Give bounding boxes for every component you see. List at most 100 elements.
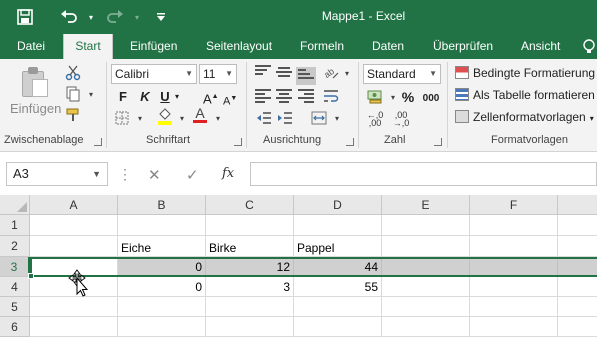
cell-d4[interactable]: 55 [294,277,382,297]
tab-ansicht[interactable]: Ansicht [521,34,560,59]
merge-center-icon[interactable] [310,109,328,127]
name-box-dropdown-icon[interactable]: ▼ [92,163,101,185]
fill-handle[interactable] [28,273,34,279]
increase-indent-icon[interactable] [276,109,294,127]
copy-icon[interactable] [64,85,82,103]
row-header-4[interactable]: 4 [0,277,30,297]
cell-e4[interactable] [382,277,470,297]
cut-icon[interactable] [64,64,82,82]
cell-f4[interactable] [470,277,558,297]
cell-f2[interactable] [470,236,558,257]
tell-me-icon[interactable] [582,34,596,59]
number-launcher-icon[interactable] [434,138,442,146]
cell-e1[interactable] [382,215,470,236]
shrink-font-button[interactable]: A▼ [223,90,237,108]
cell-d3[interactable]: 44 [294,257,382,277]
cell-e3[interactable] [382,257,470,277]
cell-d1[interactable] [294,215,382,236]
orientation-dropdown-icon[interactable]: ▾ [338,64,356,82]
font-size-select[interactable]: 11 ▼ [199,64,237,84]
conditional-formatting-button[interactable]: Bedingte Formatierung [455,63,595,83]
cell-b2[interactable]: Eiche [118,236,206,257]
column-header-a[interactable]: A [30,195,118,215]
cell-d6[interactable] [294,317,382,337]
align-right-icon[interactable] [298,89,314,103]
thousands-button[interactable]: 000 [420,90,442,108]
cell-g3[interactable] [558,257,597,277]
copy-dropdown-icon[interactable]: ▾ [82,85,100,103]
cell-c4[interactable]: 3 [206,277,294,297]
tab-daten[interactable]: Daten [372,34,404,59]
column-header-d[interactable]: D [294,195,382,215]
paste-button[interactable]: Einfügen [10,101,61,116]
tab-seitenlayout[interactable]: Seitenlayout [206,34,272,59]
formula-bar-grip-icon[interactable]: ⋮ [118,166,132,183]
font-launcher-icon[interactable] [234,138,242,146]
number-format-select[interactable]: Standard ▼ [363,64,441,84]
tab-ueberpruefen[interactable]: Überprüfen [433,34,493,59]
decrease-decimal-icon[interactable]: ,00 →,0 [392,110,410,128]
cell-g5[interactable] [558,297,597,317]
insert-function-button[interactable]: fx [222,166,234,181]
cell-c2[interactable]: Birke [206,236,294,257]
cell-f1[interactable] [470,215,558,236]
underline-dropdown-icon[interactable]: ▾ [173,88,181,106]
format-painter-icon[interactable] [64,106,82,124]
row-header-6[interactable]: 6 [0,317,30,337]
alignment-launcher-icon[interactable] [346,138,354,146]
cell-a5[interactable] [30,297,118,317]
paste-icon[interactable] [22,67,50,99]
tab-datei[interactable]: Datei [17,34,45,59]
row-header-5[interactable]: 5 [0,297,30,317]
cell-b3[interactable]: 0 [118,257,206,277]
row-header-1[interactable]: 1 [0,215,30,236]
name-box[interactable]: A3 ▼ [6,162,108,186]
cell-b5[interactable] [118,297,206,317]
underline-button[interactable]: U [158,88,172,106]
decrease-indent-icon[interactable] [255,109,273,127]
column-header-c[interactable]: C [206,195,294,215]
cell-styles-button[interactable]: Zellenformatvorlagen ▾ [455,107,594,127]
font-color-icon[interactable]: A [191,106,209,124]
font-color-dropdown-icon[interactable]: ▾ [209,109,227,127]
cell-d5[interactable] [294,297,382,317]
cell-f3[interactable] [470,257,558,277]
formula-input[interactable] [250,162,597,186]
cell-d2[interactable]: Pappel [294,236,382,257]
clipboard-launcher-icon[interactable] [94,138,102,146]
row-header-3[interactable]: 3 [0,257,30,277]
cell-e2[interactable] [382,236,470,257]
percent-button[interactable]: % [400,88,416,106]
borders-dropdown-icon[interactable]: ▾ [131,109,149,127]
increase-decimal-icon[interactable]: ←,0,00 [366,110,384,128]
cell-c5[interactable] [206,297,294,317]
cell-e5[interactable] [382,297,470,317]
grow-font-button[interactable]: A▲ [203,88,219,106]
column-header-b[interactable]: B [118,195,206,215]
cell-f5[interactable] [470,297,558,317]
cell-g1[interactable] [558,215,597,236]
cell-a2[interactable] [30,236,118,257]
cell-g6[interactable] [558,317,597,337]
cell-c3[interactable]: 12 [206,257,294,277]
cell-f6[interactable] [470,317,558,337]
bold-button[interactable]: F [116,88,130,106]
tab-start[interactable]: Start [63,34,113,59]
align-left-icon[interactable] [255,89,271,103]
fill-color-icon[interactable] [156,107,174,125]
align-bottom-icon[interactable] [296,67,316,85]
tab-einfuegen[interactable]: Einfügen [130,34,177,59]
column-header-f[interactable]: F [470,195,558,215]
italic-button[interactable]: K [138,88,152,106]
cell-b4[interactable]: 0 [118,277,206,297]
column-header-g[interactable] [558,195,597,215]
cell-g2[interactable] [558,236,597,257]
accounting-format-icon[interactable] [366,87,384,105]
cell-b1[interactable] [118,215,206,236]
column-header-e[interactable]: E [382,195,470,215]
fill-color-dropdown-icon[interactable]: ▾ [173,109,191,127]
align-middle-icon[interactable] [276,67,292,81]
cell-a1[interactable] [30,215,118,236]
select-all-button[interactable] [0,195,30,215]
wrap-text-icon[interactable] [322,87,340,105]
